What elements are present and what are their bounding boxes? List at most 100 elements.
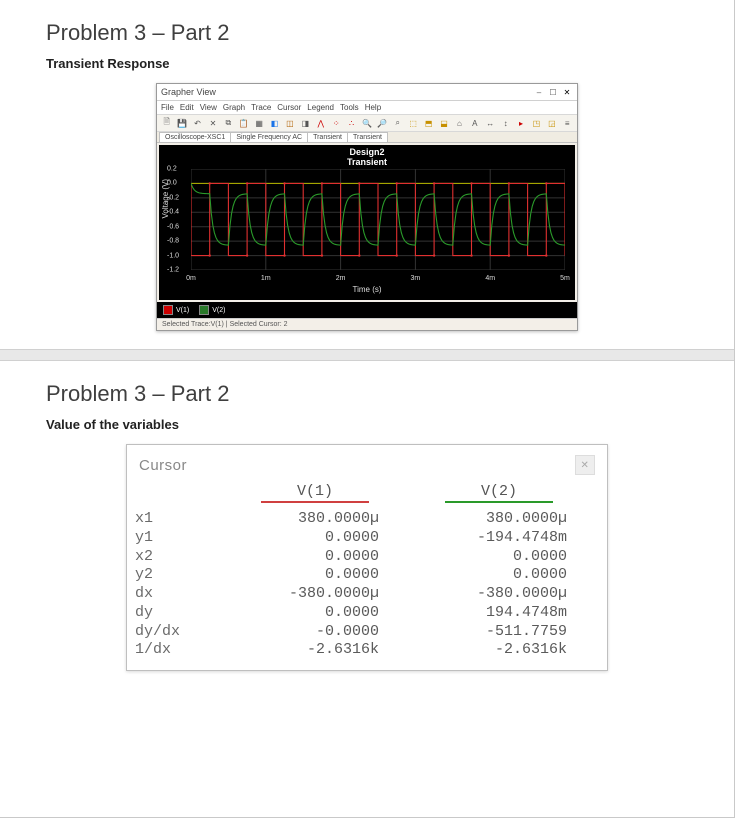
cursor-col-v1-label: V(1) bbox=[297, 483, 333, 500]
x-tick: 0m bbox=[186, 275, 196, 282]
tool-home-icon[interactable]: ⌂ bbox=[453, 116, 466, 130]
cursor-header: V(1) V(2) bbox=[127, 479, 607, 510]
cursor-row-v2: 0.0000 bbox=[403, 548, 591, 567]
tab-transient-2[interactable]: Transient bbox=[347, 132, 388, 142]
cursor-row-v2: -380.0000µ bbox=[403, 585, 591, 604]
status-bar: Selected Trace:V(1) | Selected Cursor: 2 bbox=[157, 318, 577, 330]
tool-bw-icon[interactable]: ◨ bbox=[299, 116, 312, 130]
cursor-row-v1: -2.6316k bbox=[215, 641, 403, 660]
tab-transient-1[interactable]: Transient bbox=[307, 132, 348, 142]
close-icon[interactable]: ✕ bbox=[561, 86, 573, 98]
slide-2: Problem 3 – Part 2 Value of the variable… bbox=[0, 361, 734, 689]
tool-pointer-icon[interactable]: ▸ bbox=[514, 116, 527, 130]
cursor-col-v2: V(2) bbox=[407, 479, 591, 510]
cursor-row-label: x1 bbox=[135, 510, 215, 529]
menu-trace[interactable]: Trace bbox=[251, 103, 271, 112]
slide2-subtitle: Value of the variables bbox=[46, 417, 688, 432]
cursor-row-v1: -0.0000 bbox=[215, 623, 403, 642]
cursor-col-v2-label: V(2) bbox=[481, 483, 517, 500]
legend-swatch-green bbox=[199, 305, 209, 315]
tool-open-icon[interactable]: 🗎 bbox=[160, 116, 173, 130]
cursor-row-v1: 0.0000 bbox=[215, 548, 403, 567]
tool-more-icon[interactable]: ≡ bbox=[561, 116, 574, 130]
y-tick: -1.0 bbox=[167, 252, 179, 259]
tool-zoomin-icon[interactable]: 🔍 bbox=[360, 116, 373, 130]
cursor-row-label: dy bbox=[135, 604, 215, 623]
x-tick: 5m bbox=[560, 275, 570, 282]
menu-cursor[interactable]: Cursor bbox=[277, 103, 301, 112]
x-axis-label: Time (s) bbox=[352, 285, 381, 294]
page: Problem 3 – Part 2 Transient Response Gr… bbox=[0, 0, 735, 818]
tool-copy-icon[interactable]: ⧉ bbox=[222, 116, 235, 130]
slide-separator bbox=[0, 349, 734, 361]
cursor-row-v2: 0.0000 bbox=[403, 566, 591, 585]
plot-subtitle: Transient bbox=[347, 157, 387, 167]
legend-v2[interactable]: V(2) bbox=[199, 305, 225, 315]
cursor-col-v1: V(1) bbox=[223, 479, 407, 510]
minimize-icon[interactable]: – bbox=[533, 86, 545, 98]
cursor-row-label: dy/dx bbox=[135, 623, 215, 642]
cursor-title: Cursor bbox=[139, 457, 187, 474]
plot-title: Design2 bbox=[349, 147, 384, 157]
menubar: File Edit View Graph Trace Cursor Legend… bbox=[157, 101, 577, 115]
cursor-row-v1: 380.0000µ bbox=[215, 510, 403, 529]
maximize-icon[interactable]: ☐ bbox=[547, 86, 559, 98]
tool-export3-icon[interactable]: ⬓ bbox=[437, 116, 450, 130]
window-title: Grapher View bbox=[161, 87, 216, 97]
legend-v2-label: V(2) bbox=[212, 307, 225, 314]
legend-row: V(1) V(2) bbox=[157, 302, 577, 318]
cursor-row-v1: 0.0000 bbox=[215, 529, 403, 548]
tool-undo-icon[interactable]: ↶ bbox=[191, 116, 204, 130]
menu-legend[interactable]: Legend bbox=[307, 103, 334, 112]
window-controls: – ☐ ✕ bbox=[533, 86, 573, 98]
tool-db1-icon[interactable]: ◳ bbox=[530, 116, 543, 130]
tool-measure-icon[interactable]: ↔ bbox=[484, 116, 497, 130]
tool-legend-icon[interactable]: ◫ bbox=[283, 116, 296, 130]
slide1-title: Problem 3 – Part 2 bbox=[46, 20, 688, 46]
cursor-body: x1380.0000µ380.0000µy10.0000-194.4748mx2… bbox=[127, 510, 607, 670]
menu-edit[interactable]: Edit bbox=[180, 103, 194, 112]
menu-graph[interactable]: Graph bbox=[223, 103, 245, 112]
slide2-title: Problem 3 – Part 2 bbox=[46, 381, 688, 407]
legend-v1-label: V(1) bbox=[176, 307, 189, 314]
plot-area[interactable]: Design2 Transient Voltage (V) Time (s) 0… bbox=[159, 145, 575, 300]
menu-help[interactable]: Help bbox=[365, 103, 381, 112]
cursor-row-v2: -194.4748m bbox=[403, 529, 591, 548]
menu-tools[interactable]: Tools bbox=[340, 103, 359, 112]
tool-text-icon[interactable]: A bbox=[468, 116, 481, 130]
plot-svg bbox=[191, 169, 565, 270]
tab-single-freq[interactable]: Single Frequency AC bbox=[230, 132, 308, 142]
y-tick: 0.2 bbox=[167, 166, 177, 173]
legend-swatch-red bbox=[163, 305, 173, 315]
cursor-row-label: dx bbox=[135, 585, 215, 604]
tool-cut-icon[interactable]: ✕ bbox=[206, 116, 219, 130]
slide1-subtitle: Transient Response bbox=[46, 56, 688, 71]
cursor-row-v2: 194.4748m bbox=[403, 604, 591, 623]
cursor-row-v2: -2.6316k bbox=[403, 641, 591, 660]
tab-oscilloscope[interactable]: Oscilloscope-XSC1 bbox=[159, 132, 231, 142]
tool-export1-icon[interactable]: ⬚ bbox=[407, 116, 420, 130]
x-tick: 3m bbox=[411, 275, 421, 282]
tool-cursor3-icon[interactable]: ∴ bbox=[345, 116, 358, 130]
status-text: Selected Trace:V(1) | Selected Cursor: 2 bbox=[162, 321, 288, 328]
cursor-row-v1: -380.0000µ bbox=[215, 585, 403, 604]
tool-cursor1-icon[interactable]: ⋀ bbox=[314, 116, 327, 130]
cursor-close-icon[interactable]: ✕ bbox=[575, 455, 595, 475]
tool-zoombox-icon[interactable]: ⌕ bbox=[391, 116, 404, 130]
tool-props-icon[interactable]: ◧ bbox=[268, 116, 281, 130]
x-tick: 1m bbox=[261, 275, 271, 282]
menu-view[interactable]: View bbox=[200, 103, 217, 112]
tool-cursor2-icon[interactable]: ⁘ bbox=[329, 116, 342, 130]
tool-ruler-icon[interactable]: ↕ bbox=[499, 116, 512, 130]
tool-zoomout-icon[interactable]: 🔎 bbox=[376, 116, 389, 130]
menu-file[interactable]: File bbox=[161, 103, 174, 112]
tool-save-icon[interactable]: 💾 bbox=[175, 116, 188, 130]
toolbar: 🗎 💾 ↶ ✕ ⧉ 📋 ▦ ◧ ◫ ◨ ⋀ ⁘ ∴ 🔍 🔎 ⌕ ⬚ ⬒ ⬓ ⌂ bbox=[157, 115, 577, 132]
cursor-row-label: y2 bbox=[135, 566, 215, 585]
tool-db2-icon[interactable]: ◲ bbox=[545, 116, 558, 130]
tool-paste-icon[interactable]: 📋 bbox=[237, 116, 250, 130]
legend-v1[interactable]: V(1) bbox=[163, 305, 189, 315]
tool-export2-icon[interactable]: ⬒ bbox=[422, 116, 435, 130]
slide-1: Problem 3 – Part 2 Transient Response Gr… bbox=[0, 0, 734, 349]
tool-grid-icon[interactable]: ▦ bbox=[252, 116, 265, 130]
